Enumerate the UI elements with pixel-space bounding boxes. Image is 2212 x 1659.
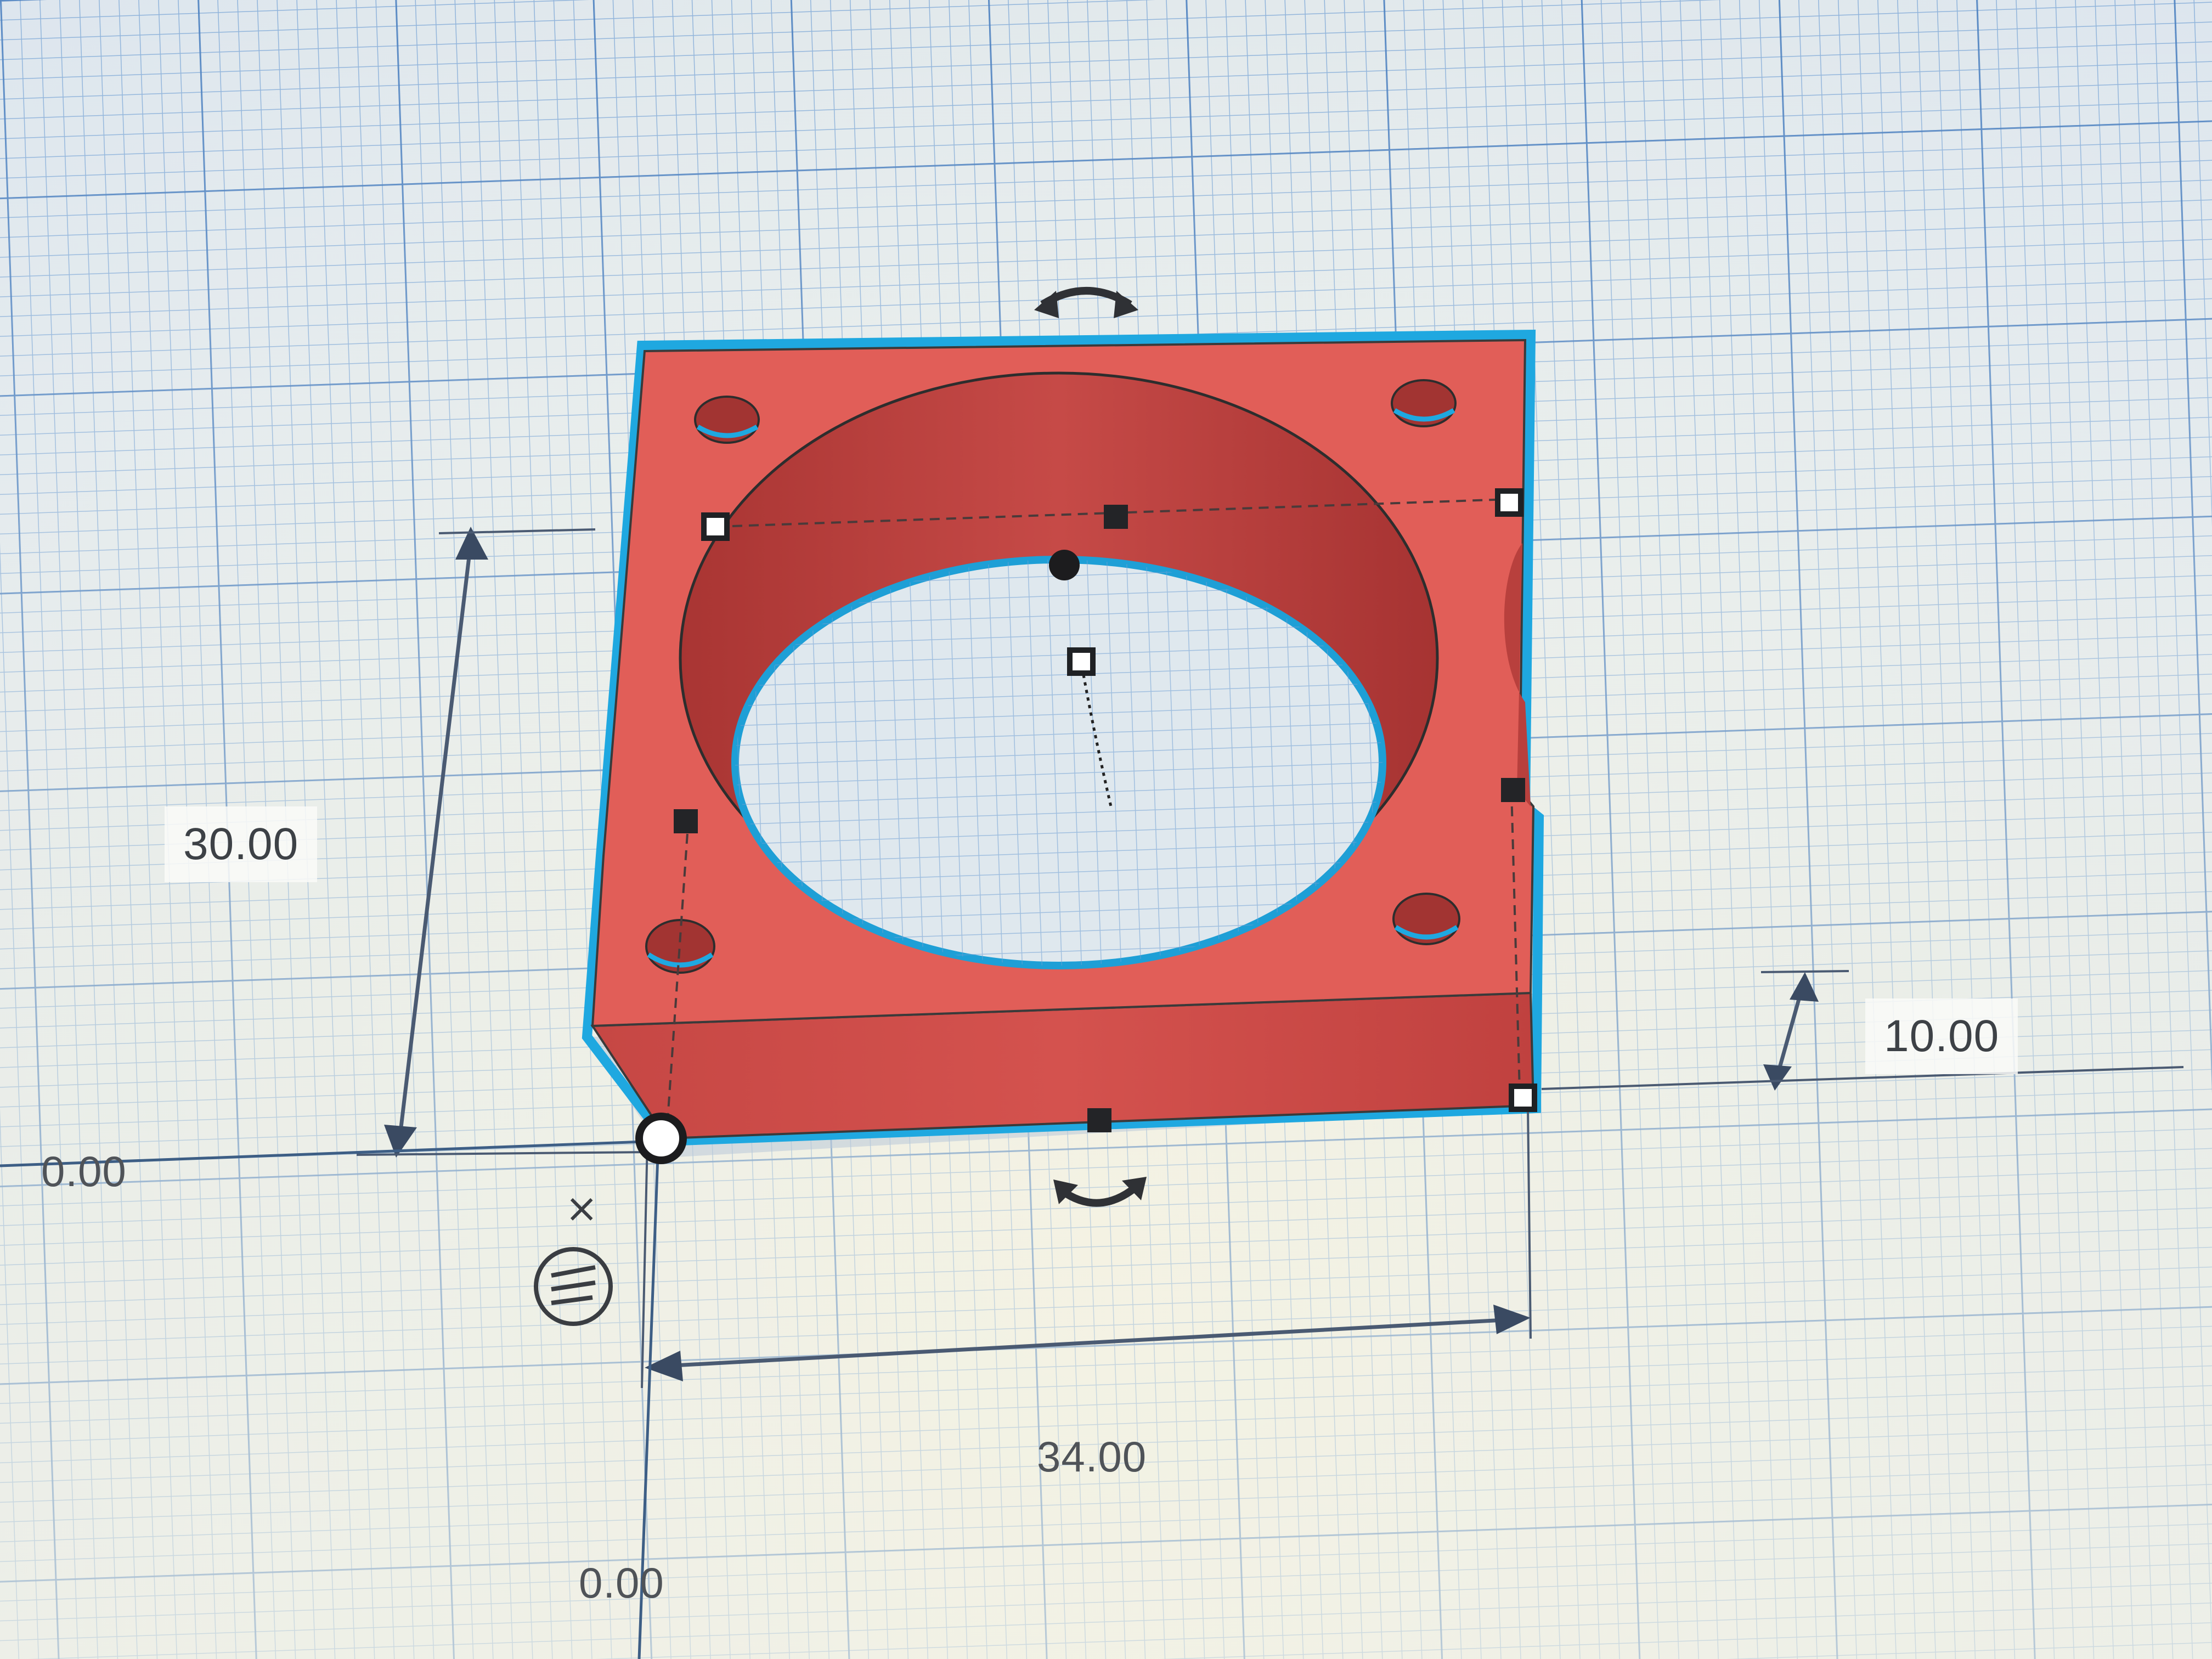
resize-handle-top-left[interactable] [701, 512, 730, 541]
resize-handle-height[interactable] [1067, 647, 1096, 676]
resize-handle-left-edge[interactable] [674, 809, 698, 833]
mount-hole-top-left [694, 396, 760, 444]
resize-handle-top-right[interactable] [1495, 488, 1523, 517]
shape-mount-plate[interactable] [582, 329, 1544, 1147]
dimension-height-field[interactable]: 10.00 [1865, 998, 2018, 1074]
mount-hole-bottom-right [1392, 893, 1460, 945]
resize-handle-bottom-right[interactable] [1509, 1084, 1537, 1112]
origin-y-field[interactable]: 0.00 [41, 1147, 127, 1197]
origin-x-field[interactable]: 0.00 [579, 1558, 664, 1608]
workplane[interactable]: × 30.00 10.00 34.00 0.00 0.00 [0, 0, 2212, 1659]
mount-hole-top-right [1391, 379, 1457, 427]
close-icon[interactable]: × [565, 1185, 598, 1231]
mount-hole-bottom-left [645, 919, 715, 974]
dimension-length-field[interactable]: 30.00 [165, 806, 318, 882]
dimension-width-field[interactable]: 34.00 [1037, 1432, 1147, 1482]
resize-handle-top-edge[interactable] [1104, 505, 1128, 529]
resize-handle-right-edge[interactable] [1501, 778, 1525, 802]
resize-handle-bottom-edge[interactable] [1087, 1108, 1111, 1132]
lift-handle [1049, 550, 1080, 580]
origin-handle [635, 1113, 687, 1164]
workplane-grid[interactable] [0, 0, 2212, 1659]
